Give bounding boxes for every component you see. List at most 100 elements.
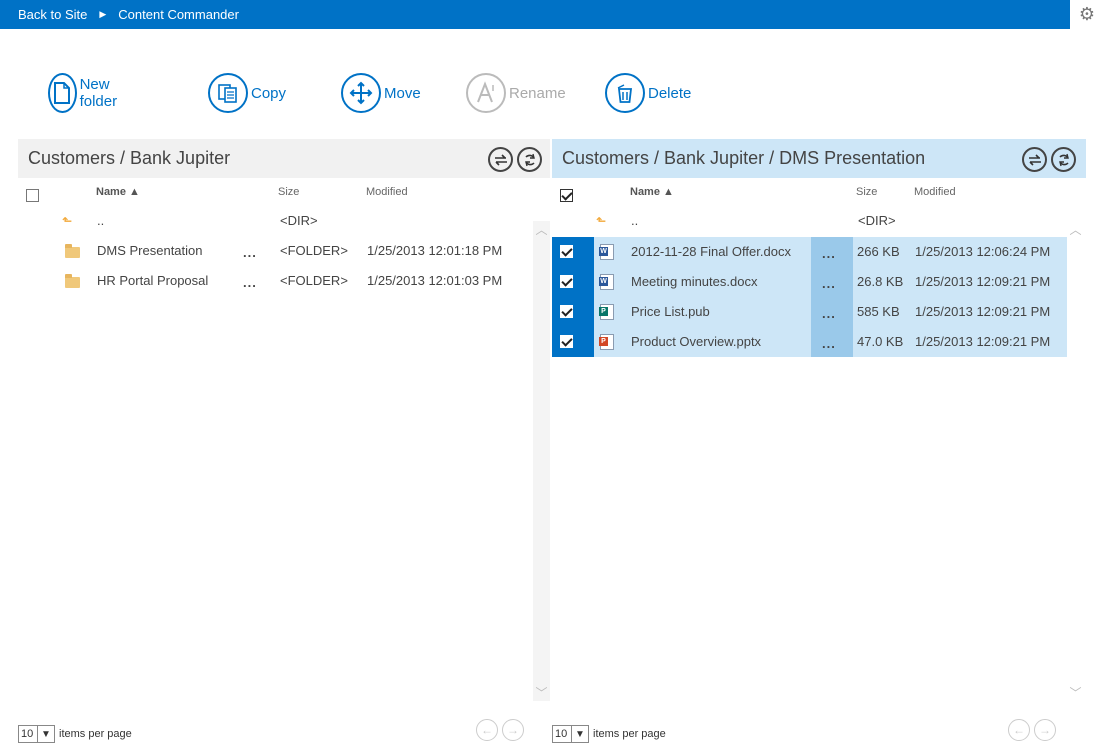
row-size: <FOLDER> [280, 243, 348, 258]
item-menu-button[interactable]: ... [243, 268, 257, 298]
refresh-button[interactable] [517, 147, 542, 172]
selection-strip [552, 267, 594, 297]
modified-column-header[interactable]: Modified [914, 186, 956, 204]
row-size: 266 KB [857, 244, 900, 259]
publisher-doc-icon: P [599, 304, 614, 320]
name-column-header[interactable]: Name ▲ [96, 186, 140, 204]
copy-label: Copy [251, 84, 287, 102]
left-pane: Customers / Bank Jupiter Name ▲ Size Mod… [18, 139, 550, 746]
scroll-up-icon[interactable]: ︿ [533, 221, 550, 238]
row-modified: 1/25/2013 12:06:24 PM [915, 244, 1051, 259]
settings-button[interactable]: ⚙ [1070, 0, 1104, 29]
prev-page-button[interactable]: ← [1008, 719, 1030, 741]
folder-icon [65, 274, 80, 288]
up-folder-icon: ⬑ [596, 214, 607, 228]
row-size: <DIR> [280, 213, 318, 228]
select-all-checkbox[interactable] [560, 189, 573, 202]
scroll-down-icon[interactable]: ﹀ [1067, 684, 1084, 701]
table-row[interactable]: P Product Overview.pptx ... 47.0 KB 1/25… [552, 327, 1067, 357]
row-checkbox[interactable] [560, 275, 573, 288]
new-folder-button[interactable]: New folder [48, 73, 129, 113]
swap-icon [1028, 153, 1041, 166]
parent-dir-row[interactable]: ⬑ .. <DIR> [18, 206, 533, 236]
item-menu-button[interactable]: ... [822, 269, 836, 299]
back-to-site-link[interactable]: Back to Site [0, 7, 87, 22]
swap-panes-button[interactable] [1022, 147, 1047, 172]
scroll-down-icon[interactable]: ﹀ [533, 684, 550, 701]
breadcrumb-separator-icon: ▶ [99, 9, 107, 19]
refresh-icon [524, 153, 535, 166]
row-name[interactable]: DMS Presentation [97, 236, 203, 266]
row-size: <FOLDER> [280, 273, 348, 288]
arrow-right-icon: → [1039, 723, 1051, 737]
copy-icon [208, 73, 248, 113]
left-page-nav: ← → [476, 719, 524, 741]
next-page-button[interactable]: → [1034, 719, 1056, 741]
prev-page-button[interactable]: ← [476, 719, 498, 741]
table-row[interactable]: W 2012-11-28 Final Offer.docx ... 266 KB… [552, 237, 1067, 267]
table-row[interactable]: W Meeting minutes.docx ... 26.8 KB 1/25/… [552, 267, 1067, 297]
copy-button[interactable]: Copy [208, 73, 286, 113]
selection-strip [552, 327, 594, 357]
right-scrollbar[interactable]: ︿ ﹀ [1067, 221, 1084, 701]
item-menu-button[interactable]: ... [822, 329, 836, 359]
move-button[interactable]: Move [341, 73, 421, 113]
right-pane: Customers / Bank Jupiter / DMS Presentat… [552, 139, 1086, 746]
item-menu-button[interactable]: ... [822, 299, 836, 329]
row-checkbox[interactable] [560, 335, 573, 348]
top-bar: Back to Site ▶ Content Commander [0, 0, 1070, 29]
size-column-header[interactable]: Size [278, 186, 299, 204]
item-menu-button[interactable]: ... [822, 239, 836, 269]
chevron-down-icon: ▼ [571, 726, 588, 742]
refresh-button[interactable] [1051, 147, 1076, 172]
new-folder-label: New folder [79, 76, 118, 110]
table-row[interactable]: P Price List.pub ... 585 KB 1/25/2013 12… [552, 297, 1067, 327]
move-arrows-icon [341, 73, 381, 113]
scroll-up-icon[interactable]: ︿ [1067, 221, 1084, 238]
row-size: 26.8 KB [857, 274, 904, 289]
row-name[interactable]: 2012-11-28 Final Offer.docx [631, 237, 791, 267]
row-name: .. [97, 213, 105, 228]
select-all-checkbox[interactable] [26, 189, 39, 202]
row-modified: 1/25/2013 12:09:21 PM [915, 304, 1051, 319]
row-size: 47.0 KB [857, 334, 904, 349]
row-name[interactable]: Product Overview.pptx [631, 327, 761, 357]
row-name[interactable]: Meeting minutes.docx [631, 267, 757, 297]
row-checkbox[interactable] [560, 245, 573, 258]
modified-column-header[interactable]: Modified [366, 186, 408, 204]
page-size-select[interactable]: 10 ▼ [18, 725, 55, 743]
rename-button[interactable]: Rename [466, 73, 566, 113]
size-column-header[interactable]: Size [856, 186, 877, 204]
row-size: 585 KB [857, 304, 900, 319]
app-title: Content Commander [118, 7, 239, 22]
arrow-right-icon: → [507, 723, 519, 737]
row-name: .. [631, 213, 639, 228]
items-per-page-label: items per page [593, 728, 666, 740]
right-pane-path: Customers / Bank Jupiter / DMS Presentat… [562, 148, 926, 168]
new-document-icon [48, 73, 77, 113]
rename-label: Rename [509, 84, 566, 102]
right-page-nav: ← → [1008, 719, 1056, 741]
item-menu-button[interactable]: ... [243, 238, 257, 268]
refresh-icon [1058, 153, 1069, 166]
word-doc-icon: W [599, 274, 614, 290]
row-modified: 1/25/2013 12:09:21 PM [915, 274, 1051, 289]
row-modified: 1/25/2013 12:09:21 PM [915, 334, 1051, 349]
word-doc-icon: W [599, 244, 614, 260]
list-item[interactable]: HR Portal Proposal ... <FOLDER> 1/25/201… [18, 266, 533, 296]
left-scrollbar[interactable]: ︿ ﹀ [533, 221, 550, 701]
swap-panes-button[interactable] [488, 147, 513, 172]
list-item[interactable]: DMS Presentation ... <FOLDER> 1/25/2013 … [18, 236, 533, 266]
name-column-header[interactable]: Name ▲ [630, 186, 674, 204]
row-name[interactable]: HR Portal Proposal [97, 266, 208, 296]
parent-dir-row[interactable]: ⬑ .. <DIR> [552, 206, 1067, 236]
row-size: <DIR> [858, 213, 896, 228]
page-size-select[interactable]: 10 ▼ [552, 725, 589, 743]
next-page-button[interactable]: → [502, 719, 524, 741]
delete-label: Delete [648, 84, 692, 102]
left-pane-header: Customers / Bank Jupiter [18, 139, 550, 178]
selection-strip [552, 237, 594, 267]
row-checkbox[interactable] [560, 305, 573, 318]
row-name[interactable]: Price List.pub [631, 297, 710, 327]
delete-button[interactable]: Delete [605, 73, 691, 113]
